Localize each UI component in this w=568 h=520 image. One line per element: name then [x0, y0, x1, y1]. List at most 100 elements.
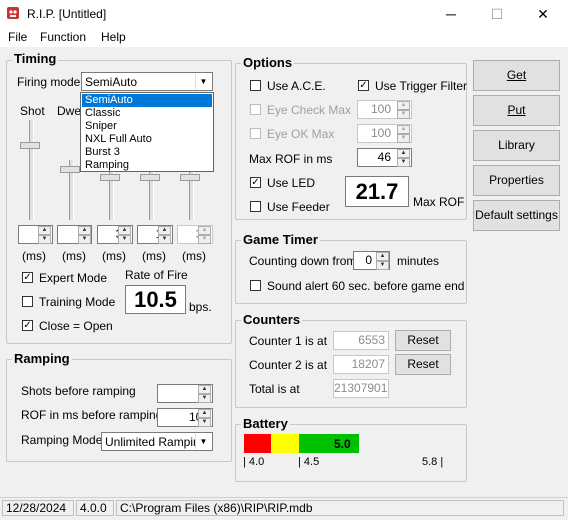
spin-up-icon[interactable]: ▲: [397, 149, 410, 158]
shot-label: Shot: [20, 104, 45, 118]
spin-down-icon[interactable]: ▼: [198, 394, 211, 403]
battery-min-label: | 4.0: [243, 456, 265, 468]
unit-label: (ms): [182, 249, 206, 263]
max-rof-display: 21.7: [345, 176, 409, 207]
put-button[interactable]: Put: [473, 95, 560, 126]
rate-unit-label: bps.: [189, 300, 212, 314]
slider4-thumb[interactable]: [140, 174, 160, 181]
firing-mode-select[interactable]: SemiAuto ▼: [81, 72, 213, 91]
close-button[interactable]: ✕: [520, 0, 566, 28]
menu-bar: File Function Help: [0, 28, 568, 47]
chevron-down-icon: ▼: [195, 434, 211, 449]
expert-mode-checkbox[interactable]: ✓: [22, 272, 33, 283]
slider3-thumb[interactable]: [100, 174, 120, 181]
shot-slider-thumb[interactable]: [20, 142, 40, 149]
spin-down-icon[interactable]: ▼: [118, 235, 131, 244]
rate-of-fire-label: Rate of Fire: [125, 268, 188, 282]
spin-up-icon[interactable]: ▲: [198, 409, 211, 418]
menu-file[interactable]: File: [8, 30, 27, 44]
spin-up-icon[interactable]: ▲: [78, 226, 91, 235]
app-icon: [6, 6, 20, 20]
reset-counter1-button[interactable]: Reset: [395, 330, 451, 351]
options-title: Options: [241, 55, 295, 70]
spin-up-icon[interactable]: ▲: [38, 226, 51, 235]
minimize-button[interactable]: ─: [428, 0, 474, 28]
default-settings-button[interactable]: Default settings: [473, 200, 560, 231]
firing-mode-label: Firing mode:: [17, 75, 84, 89]
battery-group: [235, 424, 467, 482]
dropdown-option[interactable]: Sniper: [82, 120, 212, 133]
spin-down-icon: ▼: [397, 110, 410, 119]
unit-label: (ms): [22, 249, 46, 263]
sound-alert-checkbox[interactable]: [250, 280, 261, 291]
battery-mid-label: | 4.5: [298, 456, 320, 468]
dropdown-option[interactable]: Ramping: [82, 159, 212, 172]
spin-up-icon[interactable]: ▲: [376, 252, 389, 261]
use-ace-checkbox[interactable]: [250, 80, 261, 91]
total-value: 21307901: [333, 379, 389, 398]
spin-down-icon[interactable]: ▼: [376, 261, 389, 270]
shots-before-ramping-label: Shots before ramping: [21, 384, 136, 398]
window-title: R.I.P. [Untitled]: [27, 7, 107, 21]
expert-mode-label: Expert Mode: [39, 271, 108, 285]
chevron-down-icon: ▼: [195, 74, 211, 89]
training-mode-checkbox[interactable]: [22, 296, 33, 307]
spin-up-icon[interactable]: ▲: [118, 226, 131, 235]
maximize-button[interactable]: ☐: [474, 0, 520, 28]
close-open-checkbox[interactable]: ✓: [22, 320, 33, 331]
spin-down-icon[interactable]: ▼: [38, 235, 51, 244]
counters-title: Counters: [241, 312, 303, 327]
ramping-mode-select[interactable]: Unlimited Ramping ▼: [101, 432, 213, 451]
battery-value: 5.0: [334, 437, 351, 451]
unit-label: (ms): [62, 249, 86, 263]
battery-title: Battery: [241, 416, 290, 431]
use-feeder-label: Use Feeder: [267, 200, 330, 214]
library-settings-button[interactable]: Library (settings): [473, 130, 560, 181]
properties-button[interactable]: Properties: [473, 165, 560, 196]
status-version: 4.0.0: [76, 500, 114, 516]
battery-yellow-segment: [271, 434, 299, 453]
use-feeder-checkbox[interactable]: [250, 201, 261, 212]
slider5-thumb[interactable]: [180, 174, 200, 181]
unit-label: (ms): [102, 249, 126, 263]
game-timer-group: [235, 240, 467, 304]
menu-help[interactable]: Help: [101, 30, 126, 44]
spin-down-icon[interactable]: ▼: [397, 158, 410, 167]
dropdown-option[interactable]: Burst 3: [82, 146, 212, 159]
counter1-label: Counter 1 is at: [249, 334, 328, 348]
eye-check-max-checkbox: [250, 104, 261, 115]
dropdown-option[interactable]: NXL Full Auto: [82, 133, 212, 146]
reset-counter2-button[interactable]: Reset: [395, 354, 451, 375]
use-led-label: Use LED: [267, 176, 316, 190]
status-date: 12/28/2024: [2, 500, 74, 516]
close-open-label: Close = Open: [39, 319, 113, 333]
spin-down-icon[interactable]: ▼: [198, 418, 211, 427]
get-button[interactable]: Get: [473, 60, 560, 91]
status-bar: 12/28/2024 4.0.0 C:\Program Files (x86)\…: [0, 497, 568, 520]
eye-check-max-label: Eye Check Max: [267, 103, 352, 117]
dropdown-option[interactable]: Classic: [82, 107, 212, 120]
max-rof-caption: Max ROF: [413, 195, 465, 209]
title-bar: R.I.P. [Untitled] ─ ☐ ✕: [0, 0, 568, 28]
use-trigger-filter-label: Use Trigger Filter: [375, 79, 468, 93]
shot-slider-track: [29, 120, 34, 220]
game-timer-title: Game Timer: [241, 232, 320, 247]
timing-title: Timing: [12, 51, 59, 66]
sound-alert-label: Sound alert 60 sec. before game end: [267, 279, 465, 293]
spin-down-icon[interactable]: ▼: [158, 235, 171, 244]
dropdown-option[interactable]: SemiAuto: [82, 94, 212, 107]
dwell-slider-thumb[interactable]: [60, 166, 80, 173]
spin-up-icon: ▲: [397, 125, 410, 134]
menu-function[interactable]: Function: [40, 30, 86, 44]
spin-up-icon: ▲: [397, 101, 410, 110]
ramping-mode-label: Ramping Mode :: [21, 433, 110, 447]
training-mode-label: Training Mode: [39, 295, 116, 309]
spin-up-icon[interactable]: ▲: [198, 385, 211, 394]
spin-down-icon[interactable]: ▼: [78, 235, 91, 244]
use-trigger-filter-checkbox[interactable]: ✓: [358, 80, 369, 91]
spin-up-icon[interactable]: ▲: [158, 226, 171, 235]
eye-ok-max-label: Eye OK Max: [267, 127, 335, 141]
status-path: C:\Program Files (x86)\RIP\RIP.mdb: [116, 500, 564, 516]
ramping-mode-value: Unlimited Ramping: [105, 435, 207, 449]
use-led-checkbox[interactable]: ✓: [250, 177, 261, 188]
